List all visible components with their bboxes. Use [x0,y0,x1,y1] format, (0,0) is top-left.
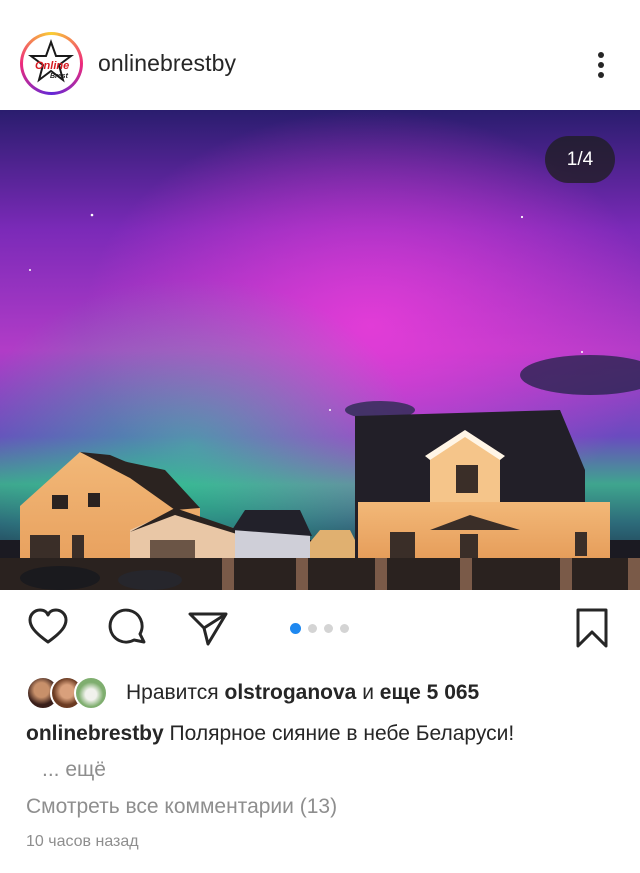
timestamp: 10 часов назад [26,833,139,850]
svg-text:Online: Online [35,60,69,72]
caption-author[interactable]: onlinebrestby [26,722,164,745]
post-header: Online Brest onlinebrestby [0,0,640,110]
send-icon[interactable] [186,606,230,650]
carousel-counter: 1/4 [545,136,615,183]
bookmark-icon[interactable] [570,606,614,650]
more-vertical-icon[interactable] [588,44,614,84]
svg-text:Brest: Brest [50,73,69,80]
carousel-dot [308,624,317,633]
more-link[interactable]: ... ещё [42,758,106,782]
carousel-dot [290,623,301,634]
star-logo-icon: Online Brest [26,38,77,89]
likes-text[interactable]: Нравится olstroganova и еще 5 065 [126,681,479,705]
caption-text: Полярное сияние в небе Беларуси! [163,722,515,745]
heart-icon[interactable] [26,606,70,650]
post-image[interactable] [0,110,640,590]
carousel-dot [324,624,333,633]
likes-row[interactable]: Нравится olstroganova и еще 5 065 [26,676,626,710]
username[interactable]: onlinebrestby [98,50,236,77]
caption: onlinebrestby Полярное сияние в небе Бел… [26,722,514,746]
avatar[interactable]: Online Brest [20,32,83,95]
comment-icon[interactable] [106,606,150,650]
action-bar [0,592,640,668]
carousel-dot [340,624,349,633]
liker-avatar[interactable] [74,676,108,710]
view-comments-link[interactable]: Смотреть все комментарии (13) [26,795,337,819]
